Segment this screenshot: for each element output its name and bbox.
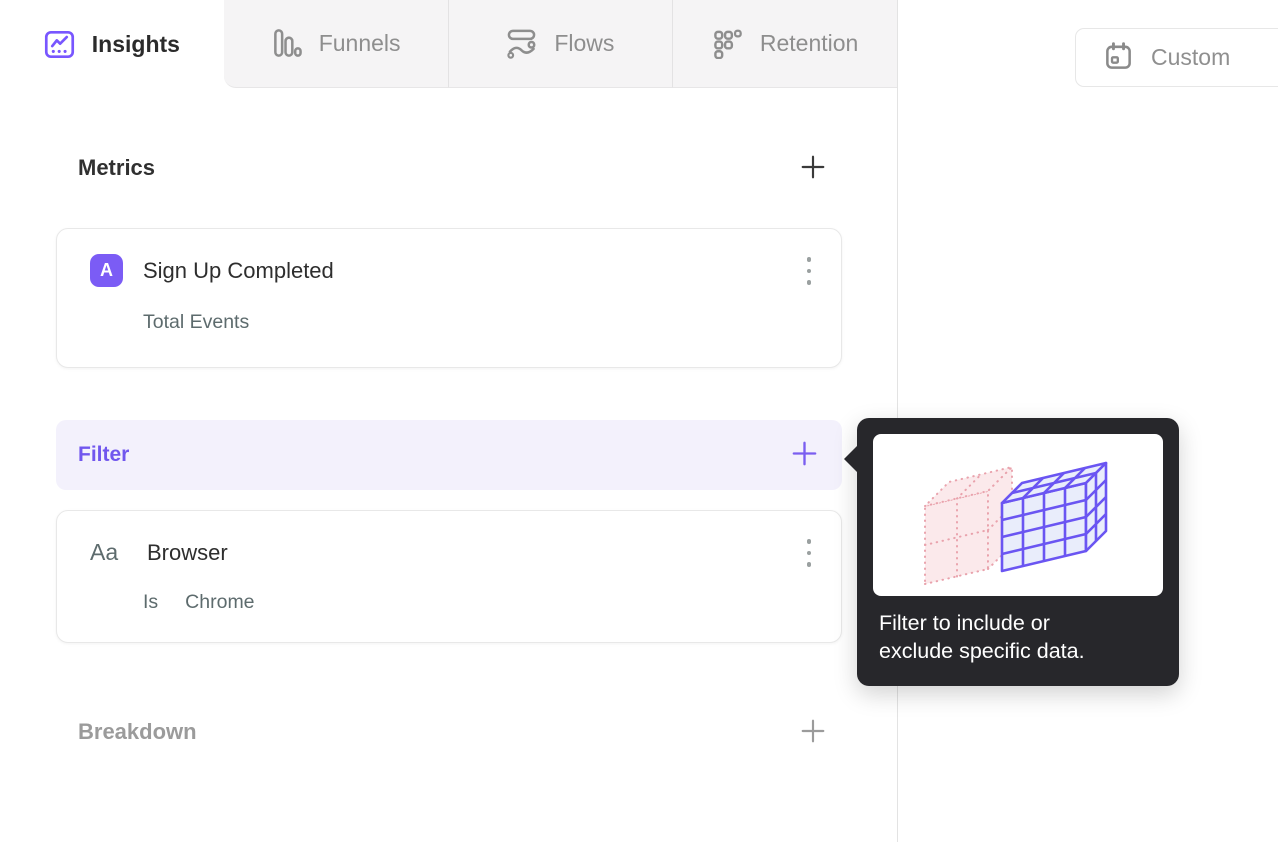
tab-flows-label: Flows xyxy=(554,30,615,56)
filter-operator[interactable]: Is xyxy=(143,591,158,614)
property-type-badge: Aa xyxy=(90,539,119,566)
metrics-section-header: Metrics xyxy=(78,150,826,186)
calendar-icon xyxy=(1103,41,1134,75)
metric-subtitle[interactable]: Total Events xyxy=(143,311,249,334)
tab-retention-label: Retention xyxy=(759,30,859,56)
kebab-menu-icon[interactable] xyxy=(801,253,818,289)
add-filter-button[interactable] xyxy=(791,440,818,470)
metrics-heading: Metrics xyxy=(78,155,156,180)
kebab-menu-icon[interactable] xyxy=(801,535,818,571)
tooltip-text-line2: exclude specific data. xyxy=(879,639,1085,663)
metric-card[interactable]: A Sign Up Completed Total Events xyxy=(56,228,842,368)
plus-icon xyxy=(800,154,826,183)
filter-tooltip: Filter to include or exclude specific da… xyxy=(844,418,1179,686)
tab-insights-label: Insights xyxy=(91,30,180,57)
report-type-tabbar: Insights Funnels Flows Retention xyxy=(0,0,897,88)
funnel-bars-icon xyxy=(271,28,302,59)
line-chart-icon xyxy=(44,29,75,60)
filter-section-header[interactable]: Filter xyxy=(56,420,842,490)
tab-retention[interactable]: Retention xyxy=(672,0,897,88)
breakdown-heading: Breakdown xyxy=(78,719,197,744)
tab-flows[interactable]: Flows xyxy=(447,0,673,88)
filter-value[interactable]: Chrome xyxy=(185,591,254,614)
breakdown-section-header: Breakdown xyxy=(78,707,826,757)
tab-funnels[interactable]: Funnels xyxy=(223,0,448,88)
metric-badge: A xyxy=(90,254,123,288)
filter-cube-illustration xyxy=(873,434,1163,596)
date-range-label: Custom xyxy=(1151,44,1231,70)
filter-card[interactable]: Aa Browser Is Chrome xyxy=(56,510,842,643)
flow-stream-icon xyxy=(506,28,537,59)
add-breakdown-button[interactable] xyxy=(800,718,826,747)
metric-title: Sign Up Completed xyxy=(143,257,334,283)
tab-insights[interactable]: Insights xyxy=(0,0,224,88)
plus-icon xyxy=(800,718,826,747)
add-metric-button[interactable] xyxy=(800,154,826,183)
tab-funnels-label: Funnels xyxy=(318,30,401,56)
date-range-button[interactable]: Custom xyxy=(1075,28,1278,87)
plus-icon xyxy=(791,440,818,470)
filter-property-title: Browser xyxy=(147,539,228,565)
tooltip-text-line1: Filter to include or xyxy=(879,611,1050,635)
filter-heading: Filter xyxy=(78,443,130,466)
dot-grid-icon xyxy=(712,28,743,59)
report-builder-panel: Insights Funnels Flows Retention Metrics… xyxy=(0,0,898,842)
